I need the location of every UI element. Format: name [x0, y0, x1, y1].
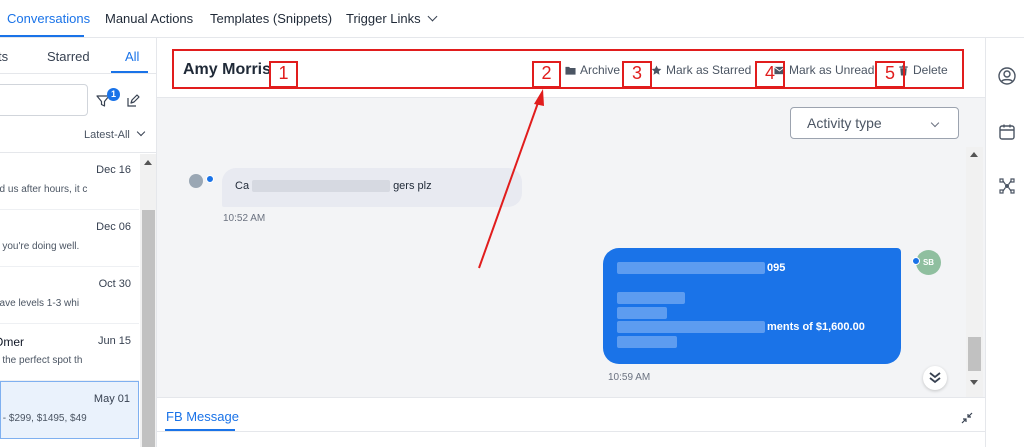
message-thread: Activity type Ca gers plz 10:52 AM 095 me… [157, 98, 985, 397]
collapse-icon[interactable] [961, 412, 973, 424]
list-item[interactable]: Omer Jun 15 n the perfect spot th [0, 324, 139, 381]
tab-all[interactable]: All [125, 49, 139, 64]
top-navigation: Conversations Manual Actions Templates (… [0, 0, 1024, 38]
conversation-date: Jun 15 [97, 335, 131, 347]
double-chevron-down-icon [929, 372, 941, 384]
conversation-preview: s - $299, $1495, $49 [0, 413, 87, 424]
tabs-divider [0, 73, 156, 74]
conversation-name: n [0, 164, 1, 178]
redacted-text [617, 336, 677, 349]
network-icon[interactable] [998, 177, 1016, 195]
tab-trigger-links-label: Trigger Links [346, 11, 421, 26]
scroll-up-arrow-icon[interactable] [970, 152, 978, 157]
conversation-date: Dec 06 [96, 221, 131, 233]
redacted-text [252, 180, 391, 193]
conversation-name: Omer [0, 335, 24, 349]
message-line: ments of $1,600.00 [617, 321, 865, 334]
tab-unread[interactable]: ts [0, 49, 8, 64]
tab-templates[interactable]: Templates (Snippets) [210, 11, 332, 26]
conversation-preview: have levels 1-3 whi [0, 298, 80, 309]
active-tab-indicator [0, 35, 84, 37]
list-item[interactable]: n Dec 16 ed us after hours, it c [0, 153, 139, 210]
message-line: 095 [617, 262, 786, 275]
avatar: SB [916, 250, 941, 275]
redacted-text [617, 307, 667, 320]
right-sidebar [985, 38, 1024, 447]
list-item[interactable]: r Dec 06 e you're doing well. [0, 210, 139, 267]
conversation-list-panel: ts Starred All 1 Latest-All n Dec 16 ed … [0, 38, 157, 447]
list-item[interactable]: Oct 30 have levels 1-3 whi [0, 267, 139, 324]
conversation-date: Dec 16 [96, 164, 131, 176]
chevron-down-icon [930, 118, 940, 128]
message-line [617, 307, 667, 320]
annotation-number: 1 [269, 61, 298, 88]
list-item-selected[interactable]: May 01 s - $299, $1495, $49 [0, 381, 139, 439]
conversation-preview: ed us after hours, it c [0, 184, 88, 195]
scrollbar-thumb[interactable] [968, 337, 981, 371]
scroll-to-bottom-button[interactable] [923, 366, 947, 390]
scrollbar-thumb[interactable] [142, 210, 155, 447]
incoming-message: Ca gers plz [222, 168, 522, 207]
redacted-text [617, 321, 765, 334]
list-scrollbar[interactable] [140, 154, 156, 447]
scroll-up-arrow-icon[interactable] [144, 160, 152, 165]
messenger-icon [912, 257, 920, 265]
chevron-down-icon [427, 11, 438, 22]
activity-type-label: Activity type [807, 115, 882, 131]
composer-divider [157, 431, 985, 432]
avatar [189, 174, 203, 188]
message-line [617, 336, 677, 349]
sort-label: Latest-All [84, 129, 130, 141]
message-line [617, 292, 685, 305]
conversation-date: May 01 [93, 393, 130, 405]
tab-conversations[interactable]: Conversations [7, 11, 90, 26]
outgoing-message: 095 ments of $1,600.00 [603, 248, 901, 364]
annotation-number: 4 [755, 61, 785, 88]
message-text-start: Ca [235, 180, 250, 192]
calendar-icon[interactable] [998, 123, 1016, 141]
scroll-down-arrow-icon[interactable] [970, 380, 978, 385]
redacted-text [617, 262, 765, 275]
search-input[interactable] [0, 84, 88, 116]
message-text: 095 [767, 262, 786, 274]
tab-trigger-links[interactable]: Trigger Links [346, 11, 438, 26]
user-profile-icon[interactable] [998, 67, 1016, 85]
compose-icon[interactable] [126, 94, 140, 108]
message-composer: FB Message [157, 397, 985, 447]
tab-manual-actions[interactable]: Manual Actions [105, 11, 193, 26]
active-tab-indicator [111, 71, 148, 73]
activity-type-dropdown[interactable]: Activity type [790, 107, 959, 139]
conversation-date: Oct 30 [98, 278, 131, 290]
annotation-number: 3 [622, 61, 652, 88]
redacted-text [617, 292, 685, 305]
conversation-preview: e you're doing well. [0, 241, 80, 252]
messenger-icon [206, 175, 214, 183]
message-timestamp: 10:59 AM [608, 372, 651, 383]
message-timestamp: 10:52 AM [223, 213, 266, 224]
sort-dropdown[interactable]: Latest-All [84, 127, 146, 141]
chevron-down-icon [136, 127, 146, 137]
annotation-number: 5 [875, 61, 905, 88]
message-text: ments of $1,600.00 [767, 321, 865, 333]
message-text-end: gers plz [393, 180, 432, 192]
conversation-preview: n the perfect spot th [0, 355, 83, 366]
annotation-number: 2 [532, 61, 561, 88]
thread-scrollbar[interactable] [966, 147, 983, 397]
tab-fb-message[interactable]: FB Message [166, 409, 239, 424]
filter-count-badge: 1 [107, 88, 120, 101]
tab-starred[interactable]: Starred [47, 49, 90, 64]
